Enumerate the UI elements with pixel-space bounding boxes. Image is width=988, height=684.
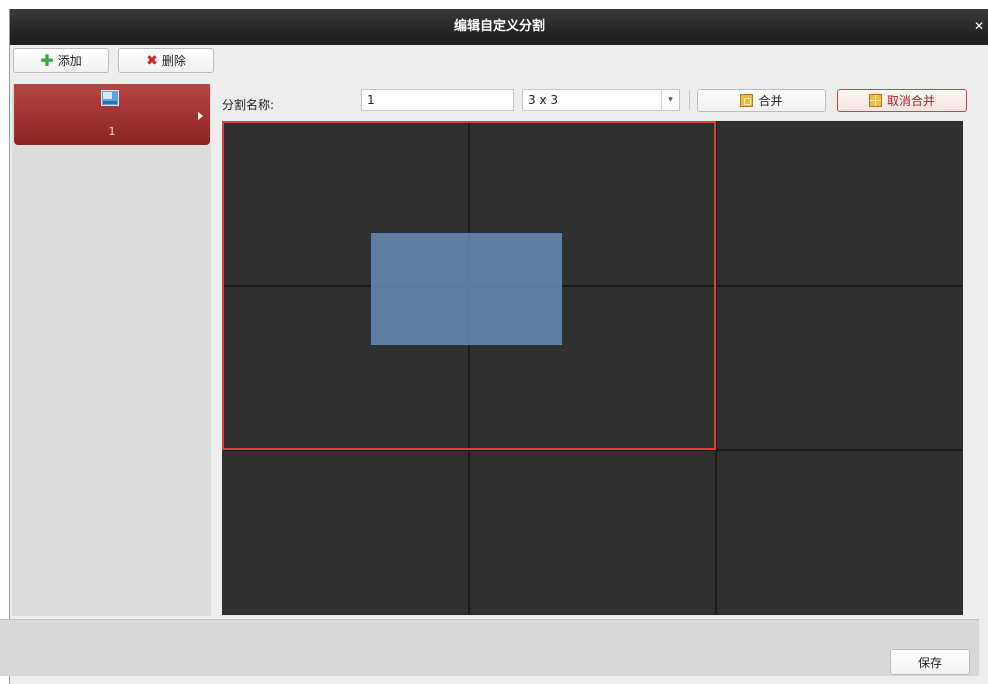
layout-select-value: 3 x 3 — [528, 93, 558, 107]
dialog-title: 编辑自定义分割 — [453, 19, 545, 34]
split-grid[interactable] — [222, 121, 963, 615]
merge-icon — [740, 94, 754, 107]
delete-button[interactable]: ✖ 删除 — [118, 48, 214, 73]
split-name-label: 分割名称: — [222, 98, 275, 112]
save-button[interactable]: 保存 — [890, 649, 970, 675]
delete-button-label: 删除 — [161, 54, 186, 68]
grid-cell[interactable] — [717, 451, 962, 614]
split-name-input[interactable] — [361, 89, 514, 111]
add-button-label: 添加 — [57, 54, 82, 68]
x-icon: ✖ — [146, 52, 158, 69]
dialog-titlebar: 编辑自定义分割 ✕ — [10, 9, 988, 45]
unmerge-icon — [868, 94, 882, 107]
merge-button[interactable]: 合并 — [697, 89, 826, 112]
unmerge-button[interactable]: 取消合并 — [837, 89, 967, 112]
dialog-footer — [0, 619, 979, 676]
layout-thumbnail-icon — [101, 90, 119, 106]
merge-button-label: 合并 — [758, 94, 783, 108]
grid-cell[interactable] — [470, 451, 715, 614]
selection-rectangle[interactable] — [370, 233, 563, 345]
add-button[interactable]: ✚ 添加 — [13, 48, 109, 73]
unmerge-button-label: 取消合并 — [886, 94, 935, 108]
layout-select[interactable]: 3 x 3 ▾ — [522, 89, 680, 111]
layout-list-item[interactable]: 1 — [14, 84, 210, 145]
chevron-right-icon — [198, 112, 203, 120]
save-button-label: 保存 — [917, 655, 942, 670]
grid-cell[interactable] — [223, 451, 468, 614]
toolbar-divider — [689, 90, 690, 110]
layout-list: 1 — [12, 84, 211, 616]
plus-icon: ✚ — [40, 50, 54, 70]
grid-cell[interactable] — [717, 122, 962, 285]
grid-cell[interactable] — [717, 286, 962, 450]
chevron-down-icon[interactable]: ▾ — [661, 90, 679, 110]
close-icon[interactable]: ✕ — [972, 9, 986, 43]
layout-list-item-label: 1 — [108, 125, 116, 138]
